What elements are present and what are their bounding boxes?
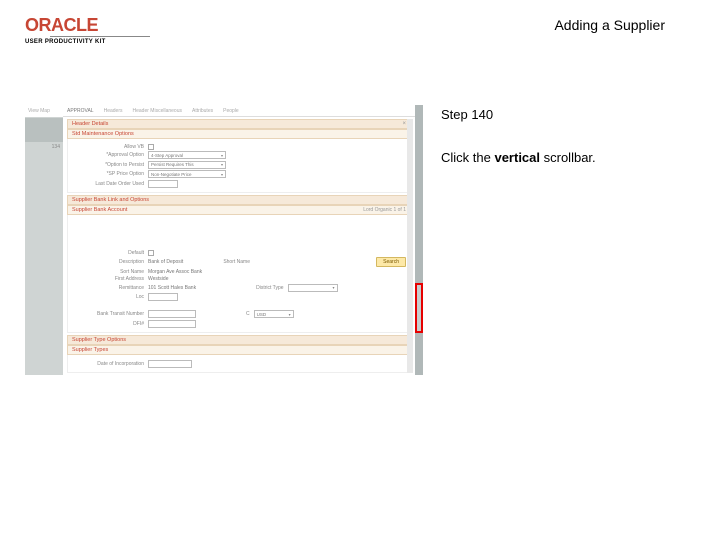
menu-item[interactable]: Attributes bbox=[192, 108, 213, 114]
instructions-panel: Step 140 Click the vertical scrollbar. bbox=[441, 105, 596, 375]
field-label: Allow VB bbox=[72, 144, 144, 150]
panel-subtitle: Supplier Bank Account Lord Organic 1 of … bbox=[67, 205, 411, 215]
field-label: Default bbox=[72, 250, 144, 256]
field-label: Loc bbox=[72, 294, 144, 300]
search-button[interactable]: Search bbox=[376, 257, 406, 267]
input-transit[interactable] bbox=[148, 310, 196, 318]
panel-body: Allow VB *Approval Option 4-Step Approval… bbox=[67, 139, 411, 193]
select-currency[interactable]: USD bbox=[254, 310, 294, 318]
field-label: First Address bbox=[72, 276, 144, 282]
field-label: C bbox=[246, 311, 250, 317]
select-district[interactable] bbox=[288, 284, 338, 292]
field-value: Morgan Ave Assoc Bank bbox=[148, 269, 202, 275]
field-label: Bank Transit Number bbox=[72, 311, 144, 317]
menu-item: View Map bbox=[28, 108, 50, 114]
field-label: Short Name bbox=[223, 259, 250, 265]
close-icon[interactable]: × bbox=[402, 121, 406, 127]
select-approval[interactable]: 4-Step Approval bbox=[148, 151, 226, 159]
panel-supplier-bank: Supplier Bank Link and Options Supplier … bbox=[67, 195, 411, 333]
panel-header-details: Header Details × Std Maintenance Options… bbox=[67, 119, 411, 193]
step-instruction: Click the vertical scrollbar. bbox=[441, 150, 596, 165]
field-label: *SP Price Option bbox=[72, 171, 144, 177]
app-menubar: APPROVAL Headers Header Miscellaneous At… bbox=[63, 105, 415, 117]
panel-body: Date of Incorporation bbox=[67, 355, 411, 373]
panel-title-text: Supplier Type Options bbox=[72, 337, 126, 343]
vertical-scrollbar[interactable] bbox=[407, 119, 413, 373]
panel-subtitle-text: Supplier Bank Account bbox=[72, 207, 127, 213]
brand-text: ORACLE bbox=[25, 15, 175, 36]
panel-subtitle: Std Maintenance Options bbox=[67, 129, 411, 139]
field-label: Last Date Order Used bbox=[72, 181, 144, 187]
input-loc[interactable] bbox=[148, 293, 178, 301]
page-header: ORACLE USER PRODUCTIVITY KIT Adding a Su… bbox=[0, 0, 720, 53]
instruction-prefix: Click the bbox=[441, 150, 494, 165]
step-number: Step 140 bbox=[441, 107, 596, 122]
field-label: DFI# bbox=[72, 321, 144, 327]
panel-title: Supplier Type Options bbox=[67, 335, 411, 345]
menu-item[interactable]: Header Miscellaneous bbox=[133, 108, 182, 114]
page-title: Adding a Supplier bbox=[554, 15, 695, 33]
field-label: Description bbox=[72, 259, 144, 265]
brand-subtitle: USER PRODUCTIVITY KIT bbox=[25, 39, 175, 45]
field-label: *Approval Option bbox=[72, 152, 144, 158]
input-incorp-date[interactable] bbox=[148, 360, 192, 368]
checkbox[interactable] bbox=[148, 250, 154, 256]
panel-body: Default Description Bank of Deposit Shor… bbox=[67, 215, 411, 333]
brand-divider bbox=[50, 36, 150, 37]
screenshot-left-margin: View Map 134 bbox=[25, 105, 63, 375]
panel-title: Supplier Bank Link and Options bbox=[67, 195, 411, 205]
panel-title-text: Header Details bbox=[72, 121, 108, 127]
menu-item[interactable]: People bbox=[223, 108, 239, 114]
menu-item[interactable]: APPROVAL bbox=[67, 108, 94, 114]
instruction-bold: vertical bbox=[494, 150, 540, 165]
instruction-suffix: scrollbar. bbox=[540, 150, 596, 165]
oracle-logo: ORACLE USER PRODUCTIVITY KIT bbox=[25, 15, 175, 45]
panel-subtitle: Supplier Types bbox=[67, 345, 411, 355]
field-label: Remittance bbox=[72, 285, 144, 291]
checkbox[interactable] bbox=[148, 144, 154, 150]
field-value: Westside bbox=[148, 276, 168, 282]
pager-text: Lord Organic 1 of 1 bbox=[363, 207, 406, 213]
panel-title: Header Details × bbox=[67, 119, 411, 129]
input-dfi[interactable] bbox=[148, 320, 196, 328]
app-window: APPROVAL Headers Header Miscellaneous At… bbox=[63, 105, 415, 375]
content-area: View Map 134 APPROVAL Headers Header Mis… bbox=[0, 53, 720, 375]
panel-subtitle-text: Supplier Types bbox=[72, 347, 108, 353]
field-label: District Type bbox=[256, 285, 283, 291]
menu-item[interactable]: Headers bbox=[104, 108, 123, 114]
field-label: Sort Name bbox=[72, 269, 144, 275]
panel-title-text: Supplier Bank Link and Options bbox=[72, 197, 149, 203]
field-value: Bank of Deposit bbox=[148, 259, 183, 265]
field-value: 101 Scott Hales Bank bbox=[148, 285, 196, 291]
scrollbar-highlight[interactable] bbox=[415, 283, 423, 333]
app-screenshot: View Map 134 APPROVAL Headers Header Mis… bbox=[25, 105, 423, 375]
panel-subtitle-text: Std Maintenance Options bbox=[72, 131, 134, 137]
field-label: *Option to Persist bbox=[72, 162, 144, 168]
input-date[interactable] bbox=[148, 180, 178, 188]
select-persist[interactable]: Persist Requires This bbox=[148, 161, 226, 169]
panel-supplier-type: Supplier Type Options Supplier Types Dat… bbox=[67, 335, 411, 373]
field-label: Date of Incorporation bbox=[72, 361, 144, 367]
select-pricing[interactable]: Non-Negotiate Price bbox=[148, 170, 226, 178]
